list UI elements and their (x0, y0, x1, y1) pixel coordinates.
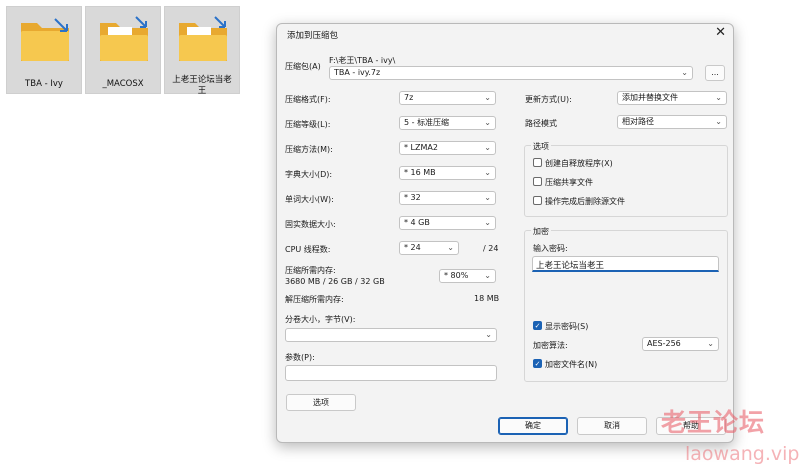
chevron-down-icon: ⌄ (715, 117, 722, 126)
cancel-button[interactable]: 取消 (577, 417, 647, 435)
chevron-down-icon: ⌄ (484, 271, 491, 280)
password-value: 上老王论坛当老王 (536, 261, 605, 271)
chevron-down-icon: ⌄ (484, 168, 491, 177)
sfx-label: 创建自释放程序(X) (545, 159, 613, 168)
add-to-archive-dialog: 添加到压缩包 ✕ 压缩包(A) F:\老王\TBA - ivy\ TBA - i… (276, 23, 734, 443)
level-label: 压缩等级(L): (285, 120, 331, 129)
chevron-down-icon: ⌄ (715, 93, 722, 102)
update-label: 更新方式(U): (525, 95, 572, 104)
mem-value: 3680 MB / 26 GB / 32 GB (285, 277, 385, 286)
decomp-value: 18 MB (474, 294, 500, 303)
sfx-checkbox[interactable] (533, 158, 542, 167)
word-select[interactable]: * 32 ⌄ (399, 191, 496, 205)
folder-shortcut-icon (179, 16, 227, 61)
volume-combo[interactable]: ⌄ (285, 328, 497, 342)
chevron-down-icon: ⌄ (447, 243, 454, 252)
update-select[interactable]: 添加并替换文件 ⌄ (617, 91, 727, 105)
level-select[interactable]: 5 - 标准压缩 ⌄ (399, 116, 496, 130)
chevron-down-icon: ⌄ (707, 339, 714, 348)
browse-button[interactable]: ... (705, 65, 725, 81)
volume-label: 分卷大小，字节(V): (285, 315, 356, 324)
file-laowang[interactable]: 上老王论坛当老王 (164, 6, 240, 96)
show-password-label: 显示密码(S) (545, 322, 589, 331)
dict-label: 字典大小(D): (285, 170, 333, 179)
path-label: 路径模式 (525, 119, 557, 128)
close-icon[interactable]: ✕ (715, 25, 726, 40)
chevron-down-icon: ⌄ (484, 193, 491, 202)
chevron-down-icon: ⌄ (485, 330, 492, 339)
dialog-title: 添加到压缩包 (287, 31, 339, 41)
shared-checkbox[interactable] (533, 177, 542, 186)
file-label: TBA - Ivy (25, 79, 63, 89)
params-input[interactable] (285, 365, 497, 381)
decomp-label: 解压缩所需内存: (285, 295, 344, 304)
archive-path: F:\老王\TBA - ivy\ (329, 56, 396, 65)
file-label: 上老王论坛当老王 (172, 75, 232, 96)
archive-label: 压缩包(A) (285, 62, 321, 71)
path-select[interactable]: 相对路径 ⌄ (617, 115, 727, 129)
format-select[interactable]: 7z ⌄ (399, 91, 496, 105)
delete-label: 操作完成后删除源文件 (545, 197, 625, 206)
options-button[interactable]: 选项 (286, 394, 356, 411)
format-label: 压缩格式(F): (285, 95, 331, 104)
mem-label: 压缩所需内存: (285, 266, 336, 275)
chevron-down-icon: ⌄ (484, 218, 491, 227)
enc-method-select[interactable]: AES-256 ⌄ (642, 337, 719, 351)
watermark-text: 老王论坛 (661, 408, 766, 437)
encrypt-names-label: 加密文件名(N) (545, 360, 598, 369)
chevron-down-icon: ⌄ (484, 93, 491, 102)
file-tba-ivy[interactable]: TBA - Ivy (6, 6, 82, 94)
watermark-url: laowang.vip (685, 443, 800, 465)
word-label: 单词大小(W): (285, 195, 334, 204)
solid-label: 固实数据大小: (285, 220, 336, 229)
threads-max: / 24 (483, 244, 499, 253)
method-label: 压缩方法(M): (285, 145, 333, 154)
ok-button[interactable]: 确定 (498, 417, 568, 435)
password-label: 输入密码: (533, 244, 568, 253)
file-macosx[interactable]: _MACOSX (85, 6, 161, 94)
encryption-group-title: 加密 (531, 226, 551, 237)
mem-percent-select[interactable]: * 80% ⌄ (439, 269, 496, 283)
chevron-down-icon: ⌄ (484, 118, 491, 127)
encrypt-names-checkbox[interactable]: ✓ (533, 359, 542, 368)
shared-label: 压缩共享文件 (545, 178, 593, 187)
chevron-down-icon: ⌄ (484, 143, 491, 152)
chevron-down-icon[interactable]: ⌄ (681, 67, 688, 79)
enc-method-label: 加密算法: (533, 341, 568, 350)
method-select[interactable]: * LZMA2 ⌄ (399, 141, 496, 155)
file-label: _MACOSX (102, 79, 144, 89)
folder-shortcut-icon (21, 18, 69, 61)
options-group-title: 选项 (531, 141, 551, 152)
show-password-checkbox[interactable]: ✓ (533, 321, 542, 330)
delete-checkbox[interactable] (533, 196, 542, 205)
params-label: 参数(P): (285, 353, 315, 362)
solid-select[interactable]: * 4 GB ⌄ (399, 216, 496, 230)
dict-select[interactable]: * 16 MB ⌄ (399, 166, 496, 180)
folder-shortcut-icon (100, 16, 148, 61)
threads-label: CPU 线程数: (285, 245, 331, 254)
password-input[interactable]: 上老王论坛当老王 (532, 256, 719, 272)
threads-select[interactable]: * 24 ⌄ (399, 241, 459, 255)
archive-name-combo[interactable]: TBA - ivy.7z ⌄ (329, 66, 693, 80)
